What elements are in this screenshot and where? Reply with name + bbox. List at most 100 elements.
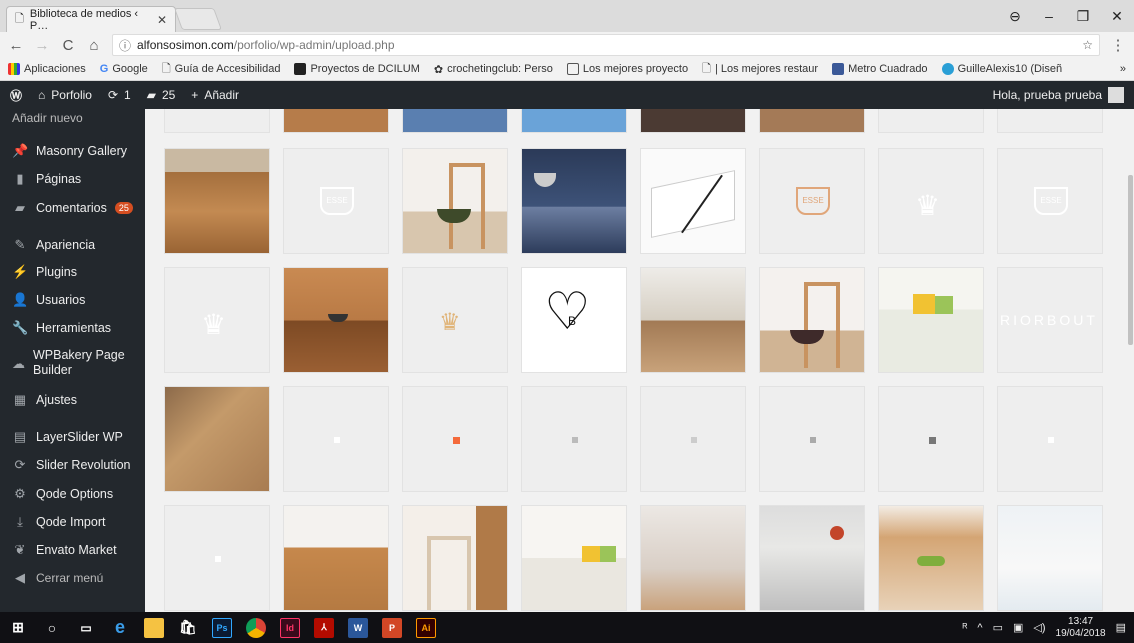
profile-icon[interactable]: ⊖ — [998, 4, 1032, 28]
sidebar-item-layerslider[interactable]: ▤ LayerSlider WP — [0, 429, 145, 445]
user-account-link[interactable]: Hola, prueba prueba — [993, 87, 1124, 103]
sidebar-item-tools[interactable]: 🔧 Herramientas — [0, 320, 145, 336]
sidebar-item-users[interactable]: 👤 Usuarios — [0, 292, 145, 308]
media-item[interactable] — [759, 505, 865, 611]
menu-icon[interactable]: ⋮ — [1110, 36, 1126, 54]
bookmark-item[interactable]: 🗋 Guía de Accesibilidad — [162, 60, 281, 79]
media-item[interactable] — [640, 109, 746, 133]
sidebar-item-comments[interactable]: ▰ Comentarios 25 — [0, 200, 145, 216]
bookmark-item[interactable]: Proyectos de DCILUM — [294, 63, 420, 75]
media-item[interactable] — [640, 505, 746, 611]
sidebar-item-pages[interactable]: ▮ Páginas — [0, 171, 145, 187]
chevron-up-icon[interactable]: ^ — [977, 622, 982, 634]
media-item[interactable]: ESSE — [997, 148, 1103, 254]
media-item[interactable] — [164, 505, 270, 611]
notifications-icon[interactable]: ▤ — [1116, 621, 1126, 634]
media-item[interactable] — [997, 505, 1103, 611]
bookmark-item[interactable]: GuilleAlexis10 (Diseñ — [941, 63, 1062, 75]
media-item[interactable] — [640, 386, 746, 492]
media-item[interactable]: RIORBOUT — [997, 267, 1103, 373]
sidebar-item-plugins[interactable]: ⚡ Plugins — [0, 264, 145, 280]
file-explorer-icon[interactable] — [144, 617, 164, 638]
bookmark-item[interactable]: G Google — [100, 63, 148, 75]
media-item[interactable] — [521, 386, 627, 492]
sidebar-item-wpbakery[interactable]: ☁ WPBakery Page Builder — [0, 348, 130, 378]
word-icon[interactable]: W — [348, 617, 368, 638]
network-icon[interactable]: ▣ — [1013, 621, 1023, 634]
bookmark-item[interactable]: Aplicaciones — [8, 63, 86, 75]
sidebar-item-appearance[interactable]: ✎ Apariencia — [0, 237, 145, 253]
task-view-icon[interactable]: ▭ — [76, 618, 96, 638]
bookmark-item[interactable]: Metro Cuadrado — [832, 63, 928, 75]
media-item[interactable] — [283, 109, 389, 133]
edge-icon[interactable]: e — [110, 617, 130, 638]
bookmark-star-icon[interactable]: ☆ — [1082, 38, 1093, 52]
minimize-button[interactable]: – — [1032, 4, 1066, 28]
address-bar[interactable]: ⓘ alfonsosimon.com/porfolio/wp-admin/upl… — [112, 34, 1100, 56]
page-scrollbar-thumb[interactable] — [1128, 175, 1133, 345]
add-new-link[interactable]: + Añadir — [191, 88, 239, 102]
bookmark-item[interactable]: ✿ crochetingclub: Perso — [434, 63, 553, 76]
info-icon[interactable]: ⓘ — [119, 37, 131, 54]
comments-link[interactable]: ▰ 25 — [147, 88, 176, 102]
media-item[interactable] — [759, 386, 865, 492]
new-tab-button[interactable] — [173, 8, 223, 30]
acrobat-icon[interactable]: ⅄ — [314, 617, 334, 638]
sidebar-item-qode-import[interactable]: ⤓ Qode Import — [0, 514, 145, 530]
bookmark-item[interactable]: Los mejores proyecto — [566, 63, 688, 75]
media-item[interactable] — [402, 109, 508, 133]
media-item[interactable] — [164, 109, 270, 133]
powerpoint-icon[interactable]: P — [382, 617, 402, 638]
sidebar-item-qode-options[interactable]: ⚙ Qode Options — [0, 486, 145, 502]
media-item[interactable] — [878, 267, 984, 373]
maximize-button[interactable]: ❐ — [1066, 4, 1100, 28]
store-icon[interactable]: 🛍 — [178, 618, 198, 638]
media-item[interactable] — [997, 109, 1103, 133]
media-item[interactable] — [164, 148, 270, 254]
sidebar-item-settings[interactable]: ▦ Ajustes — [0, 392, 145, 408]
media-item[interactable] — [402, 386, 508, 492]
media-item[interactable] — [402, 148, 508, 254]
media-item[interactable]: ♛ — [402, 267, 508, 373]
media-item[interactable] — [283, 386, 389, 492]
media-item[interactable] — [878, 109, 984, 133]
media-item[interactable]: ♛ — [164, 267, 270, 373]
sidebar-item-envato-market[interactable]: ❦ Envato Market — [0, 542, 145, 558]
media-item[interactable] — [283, 267, 389, 373]
battery-icon[interactable]: ▭ — [993, 621, 1003, 634]
media-item[interactable] — [521, 148, 627, 254]
home-icon[interactable]: ⌂ — [86, 37, 102, 54]
sidebar-item-slider-revolution[interactable]: ⟳ Slider Revolution — [0, 457, 145, 473]
windows-start-icon[interactable]: ⊞ — [8, 618, 28, 638]
wordpress-logo-icon[interactable]: Ⓦ — [10, 87, 22, 104]
media-item[interactable] — [640, 267, 746, 373]
media-item[interactable] — [878, 386, 984, 492]
site-name-link[interactable]: ⌂ Porfolio — [38, 88, 92, 102]
forward-icon[interactable]: → — [34, 37, 50, 54]
media-item[interactable] — [283, 505, 389, 611]
bookmark-item[interactable]: 🗋 | Los mejores restaur — [702, 60, 818, 79]
media-item[interactable] — [164, 386, 270, 492]
media-item[interactable]: ♛ — [878, 148, 984, 254]
photoshop-icon[interactable]: Ps — [212, 617, 232, 638]
browser-tab[interactable]: 🗋 Biblioteca de medios ‹ P… ✕ — [6, 6, 176, 32]
back-icon[interactable]: ← — [8, 37, 24, 54]
media-item[interactable] — [402, 505, 508, 611]
media-item[interactable] — [521, 109, 627, 133]
more-bookmarks[interactable]: » — [1120, 63, 1126, 75]
reload-icon[interactable]: C — [60, 37, 76, 54]
media-item[interactable] — [521, 505, 627, 611]
media-item[interactable]: ESSE — [759, 148, 865, 254]
media-item[interactable] — [640, 148, 746, 254]
close-icon[interactable]: ✕ — [157, 13, 167, 27]
people-icon[interactable]: ᴿ — [962, 622, 967, 634]
media-item[interactable] — [997, 386, 1103, 492]
indesign-icon[interactable]: Id — [280, 617, 300, 638]
updates-link[interactable]: ⟳ 1 — [108, 88, 131, 102]
illustrator-icon[interactable]: Ai — [416, 617, 436, 638]
sidebar-item-collapse-menu[interactable]: ◀ Cerrar menú — [0, 570, 145, 586]
chrome-icon[interactable] — [246, 617, 266, 638]
search-icon[interactable]: ○ — [42, 618, 62, 638]
volume-icon[interactable]: ◁) — [1033, 621, 1045, 634]
close-window-button[interactable]: ✕ — [1100, 4, 1134, 28]
